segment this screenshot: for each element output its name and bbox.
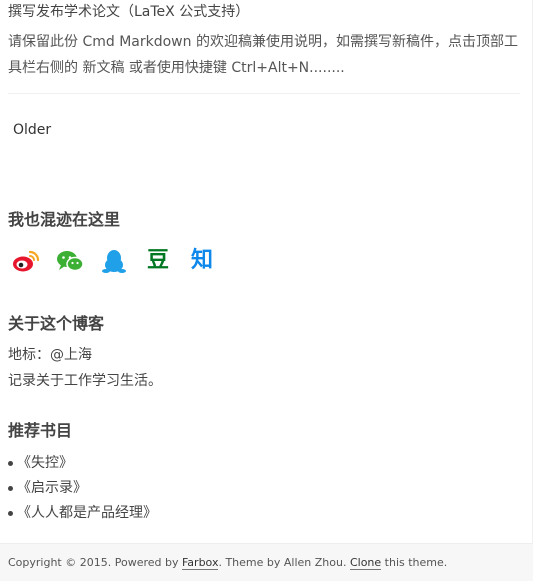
qq-penguin-icon xyxy=(102,250,126,273)
book-title: 《人人都是产品经理》 xyxy=(17,505,157,521)
farbox-link[interactable]: Farbox xyxy=(181,556,219,570)
bullet xyxy=(8,486,13,491)
about-description: 记录关于工作学习生活。 xyxy=(8,373,162,389)
bullet xyxy=(8,511,13,516)
list-item: 《人人都是产品经理》 xyxy=(8,501,157,526)
books-section-title: 推荐书目 xyxy=(8,421,73,440)
post-summary: 请保留此份 Cmd Markdown 的欢迎稿兼使用说明，如需撰写新稿件，点击顶… xyxy=(8,34,518,76)
footer-tail-text: this theme. xyxy=(381,556,448,569)
book-title: 《失控》 xyxy=(17,455,73,471)
douban-link[interactable]: 豆 xyxy=(144,247,172,275)
book-list: 《失控》 《启示录》 《人人都是产品经理》 xyxy=(8,451,157,526)
list-item: 《启示录》 xyxy=(8,476,157,501)
divider xyxy=(8,93,520,94)
list-item: 《失控》 xyxy=(8,451,157,476)
zhihu-link[interactable]: 知 xyxy=(188,247,216,275)
footer: Copyright © 2015. Powered by Farbox. The… xyxy=(0,543,533,581)
weibo-icon xyxy=(13,250,40,272)
older-link[interactable]: Older xyxy=(13,120,51,140)
footer-theme-text: . Theme by Allen Zhou. xyxy=(218,556,350,569)
clone-link[interactable]: Clone xyxy=(349,556,382,570)
social-section-title: 我也混迹在这里 xyxy=(8,210,121,229)
bullet xyxy=(8,461,13,466)
qq-link[interactable] xyxy=(100,247,128,275)
wechat-icon xyxy=(57,251,84,272)
zhihu-icon: 知 xyxy=(190,248,213,273)
douban-icon: 豆 xyxy=(146,248,169,273)
book-title: 《启示录》 xyxy=(17,480,87,496)
post-title[interactable]: 撰写发布学术论文（LaTeX 公式支持） xyxy=(8,2,249,22)
social-icons: 豆 知 xyxy=(12,246,232,276)
about-section-title: 关于这个博客 xyxy=(8,314,105,333)
footer-copyright: Copyright © 2015. Powered by xyxy=(8,556,182,569)
footer-text: Copyright © 2015. Powered by Farbox. The… xyxy=(8,555,447,571)
about-location: 地标：@上海 xyxy=(8,347,92,363)
wechat-link[interactable] xyxy=(56,247,84,275)
weibo-link[interactable] xyxy=(12,247,40,275)
